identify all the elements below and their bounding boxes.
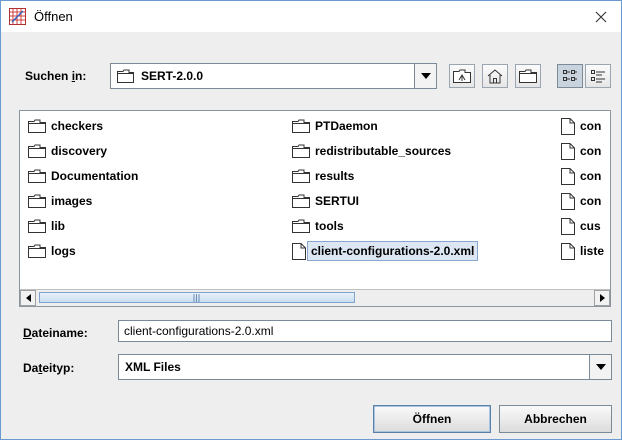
folder-icon	[292, 194, 310, 208]
file-list-item[interactable]: lib	[28, 215, 65, 237]
file-name: con	[580, 169, 602, 183]
filetype-combo[interactable]: XML Files	[118, 354, 612, 380]
file-name: con	[580, 144, 602, 158]
folder-icon	[292, 144, 310, 158]
file-list-item[interactable]: redistributable_sources	[292, 140, 451, 162]
file-list-item[interactable]: results	[292, 165, 354, 187]
file-name: images	[51, 194, 93, 208]
file-name: redistributable_sources	[315, 144, 452, 158]
scroll-right-button[interactable]	[594, 290, 610, 306]
file-icon	[561, 142, 575, 160]
folder-icon	[28, 169, 46, 183]
file-name: SERTUI	[315, 194, 360, 208]
file-name: con	[580, 194, 602, 208]
file-list[interactable]: checkers discovery Documentation images lib l…	[19, 110, 611, 307]
list-view-button[interactable]	[557, 64, 583, 88]
scrollbar-thumb[interactable]	[39, 292, 355, 303]
file-list-item[interactable]: client-configurations-2.0.xml	[292, 240, 479, 262]
file-icon	[561, 117, 575, 135]
folder-icon	[28, 119, 46, 133]
chevron-right-icon	[599, 294, 605, 302]
file-list-item[interactable]: con	[561, 190, 601, 212]
file-list-item[interactable]: con	[561, 165, 601, 187]
file-name: checkers	[51, 119, 104, 133]
chevron-down-icon	[595, 364, 606, 370]
look-in-combo[interactable]: SERT-2.0.0	[110, 63, 437, 89]
folder-icon	[292, 169, 310, 183]
file-name: tools	[315, 219, 344, 233]
chevron-down-icon	[420, 73, 431, 79]
file-icon	[561, 167, 575, 185]
file-name: client-configurations-2.0.xml	[307, 241, 479, 261]
file-list-item[interactable]: con	[561, 140, 601, 162]
cancel-button[interactable]: Abbrechen	[499, 405, 612, 433]
file-name: discovery	[51, 144, 108, 158]
folder-icon	[28, 144, 46, 158]
file-icon	[561, 217, 575, 235]
filetype-dropdown-button[interactable]	[589, 355, 611, 379]
folder-icon	[28, 219, 46, 233]
scroll-left-button[interactable]	[20, 290, 36, 306]
folder-icon	[28, 244, 46, 258]
look-in-label: Suchen in:	[25, 69, 87, 83]
chevron-left-icon	[25, 294, 31, 302]
file-name: logs	[51, 244, 76, 258]
details-view-button[interactable]	[585, 64, 611, 88]
file-list-item[interactable]: tools	[292, 215, 344, 237]
file-list-item[interactable]: con	[561, 115, 601, 137]
folder-icon	[292, 219, 310, 233]
dialog-content: Suchen in: SERT-2.0.0 checkers discovery…	[1, 32, 621, 439]
file-name: lib	[51, 219, 65, 233]
home-button[interactable]	[482, 64, 508, 88]
horizontal-scrollbar[interactable]	[20, 289, 610, 306]
filetype-value: XML Files	[125, 360, 181, 374]
file-list-item[interactable]: logs	[28, 240, 76, 262]
file-icon	[561, 192, 575, 210]
list-view-icon	[563, 70, 577, 81]
filename-input[interactable]: client-configurations-2.0.xml	[118, 320, 612, 342]
folder-icon	[28, 194, 46, 208]
file-list-item[interactable]: SERTUI	[292, 190, 359, 212]
new-folder-icon	[519, 69, 537, 83]
file-list-item[interactable]: checkers	[28, 115, 103, 137]
file-list-item[interactable]: images	[28, 190, 92, 212]
file-name: results	[315, 169, 355, 183]
file-list-item[interactable]: PTDaemon	[292, 115, 378, 137]
open-button[interactable]: Öffnen	[373, 405, 491, 433]
file-name: cus	[580, 219, 601, 233]
title-bar[interactable]: Öffnen	[1, 1, 621, 32]
close-icon	[595, 11, 607, 22]
filename-label: Dateiname:	[23, 326, 88, 340]
home-icon	[487, 68, 503, 83]
file-name: PTDaemon	[315, 119, 378, 133]
open-dialog: Öffnen Suchen in: SERT-2.0.0 checkers di…	[0, 0, 622, 440]
file-list-item[interactable]: Documentation	[28, 165, 138, 187]
new-folder-button[interactable]	[515, 64, 541, 88]
window-title: Öffnen	[34, 9, 73, 24]
details-view-icon	[591, 70, 605, 83]
folder-icon	[117, 69, 134, 83]
file-name: Documentation	[51, 169, 139, 183]
file-name: liste	[580, 244, 605, 258]
file-icon	[561, 242, 575, 260]
file-list-item[interactable]: cus	[561, 215, 601, 237]
look-in-value: SERT-2.0.0	[141, 69, 204, 83]
folder-up-icon	[453, 69, 471, 83]
grip-icon	[193, 294, 200, 302]
folder-icon	[292, 119, 310, 133]
file-list-item[interactable]: discovery	[28, 140, 107, 162]
close-button[interactable]	[581, 1, 621, 32]
file-icon	[292, 242, 306, 260]
filetype-label: Dateityp:	[23, 361, 75, 375]
java-app-icon	[9, 8, 26, 25]
look-in-dropdown-button[interactable]	[414, 64, 436, 88]
file-name: con	[580, 119, 602, 133]
up-one-level-button[interactable]	[449, 64, 475, 88]
file-list-item[interactable]: liste	[561, 240, 604, 262]
